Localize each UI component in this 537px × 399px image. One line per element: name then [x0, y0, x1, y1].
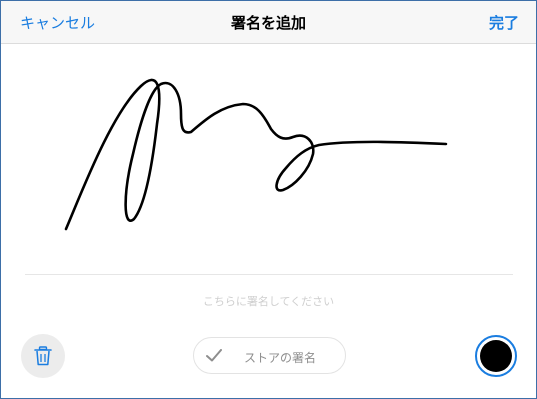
- store-signature-label: ストアの署名: [244, 351, 317, 365]
- trash-icon: [34, 346, 52, 366]
- navigation-bar: キャンセル 署名を追加 完了: [1, 1, 536, 44]
- store-signature-toggle[interactable]: ストアの署名: [193, 337, 346, 374]
- add-signature-screen: キャンセル 署名を追加 完了 こちらに署名してください ストアの署名: [0, 0, 537, 399]
- done-button[interactable]: 完了: [489, 12, 519, 33]
- checkmark-icon: [206, 349, 222, 362]
- delete-button[interactable]: [21, 334, 65, 378]
- signature-baseline: [25, 274, 513, 275]
- pen-color-swatch: [480, 340, 512, 372]
- pen-color-button[interactable]: [475, 335, 517, 377]
- signature-stroke: [64, 78, 448, 231]
- page-title: 署名を追加: [230, 14, 306, 32]
- signature-canvas[interactable]: [1, 44, 536, 274]
- sign-here-hint: こちらに署名してください: [202, 295, 335, 308]
